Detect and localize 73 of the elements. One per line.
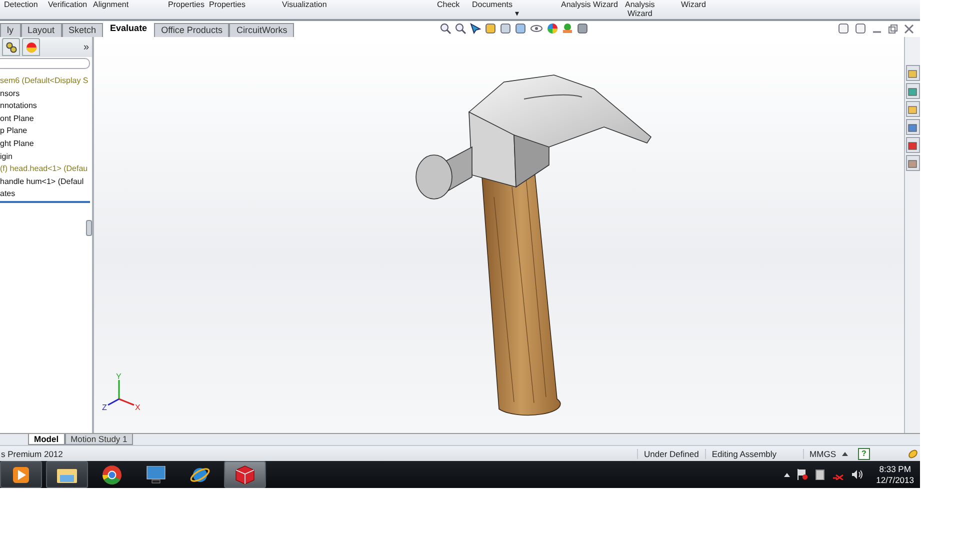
panel-grip[interactable] <box>86 220 92 236</box>
speaker-icon[interactable] <box>851 469 864 480</box>
ribbon-command[interactable]: Properties <box>209 0 246 9</box>
eye-icon[interactable] <box>530 23 544 34</box>
restore-icon[interactable] <box>888 24 898 34</box>
tree-item[interactable]: nnotations <box>0 100 92 113</box>
monitor-icon <box>146 466 166 484</box>
axis-label: Y <box>116 372 122 381</box>
caret-icon[interactable] <box>842 451 848 456</box>
ribbon-command[interactable]: Properties <box>168 0 204 9</box>
filter-field[interactable] <box>0 58 90 69</box>
tree-item[interactable]: p Plane <box>0 125 92 138</box>
flag-icon[interactable] <box>797 469 808 480</box>
close-icon[interactable] <box>904 24 914 34</box>
tree-item[interactable]: ates <box>0 188 92 201</box>
zoom-icon[interactable] <box>440 23 452 34</box>
play-icon <box>13 466 29 482</box>
task-pane-tab[interactable] <box>906 155 920 171</box>
tree-item[interactable]: sem6 (Default<Display S <box>0 75 92 88</box>
command-tab[interactable]: Layout <box>20 23 62 37</box>
ribbon-command[interactable]: Alignment <box>93 0 129 9</box>
tree-item[interactable]: igin <box>0 150 92 164</box>
status-text: Under Defined <box>637 448 705 458</box>
ribbon-command[interactable]: Documents <box>472 0 512 9</box>
gears-icon <box>6 42 16 52</box>
ribbon-command[interactable]: Visualization <box>282 0 327 9</box>
pointer-icon[interactable] <box>470 23 482 34</box>
task-pane-tab[interactable] <box>906 137 920 153</box>
tree-item[interactable]: ont Plane <box>0 112 92 126</box>
ribbon-command[interactable]: Check <box>437 0 460 9</box>
clock-time[interactable]: 8:33 PM <box>876 464 914 474</box>
product-label: s Premium 2012 <box>0 448 63 458</box>
zoom-icon[interactable] <box>455 23 466 34</box>
bottom-tab[interactable]: Motion Study 1 <box>64 434 134 445</box>
command-tab[interactable]: CircuitWorks <box>229 23 294 37</box>
task-pane-tab[interactable] <box>906 119 920 135</box>
task-pane-tab[interactable] <box>906 101 920 117</box>
browser-icon <box>102 464 122 484</box>
tree-item[interactable]: (f) head.head<1> (Defau <box>0 163 92 176</box>
axis-label: Z <box>102 403 107 412</box>
color-ball-icon <box>26 42 36 52</box>
tree-item[interactable]: handle hum<1> (Defaul <box>0 176 92 188</box>
clock-date[interactable]: 12/7/2013 <box>876 474 914 486</box>
units-selector[interactable]: MMGS <box>802 448 842 458</box>
taskbar-button[interactable] <box>224 461 266 488</box>
command-tab[interactable]: Sketch <box>62 23 104 37</box>
ribbon-command[interactable]: Analysis Wizard <box>561 0 618 9</box>
ribbon-command[interactable]: Analysis Wizard <box>625 0 655 18</box>
tree-item[interactable]: nsors <box>0 88 92 100</box>
scene-icon[interactable] <box>562 23 574 34</box>
task-pane-tab[interactable] <box>906 83 920 99</box>
cube-logo-icon <box>235 464 255 484</box>
caret-icon[interactable] <box>784 472 790 477</box>
expand-chevron[interactable]: » <box>83 42 89 52</box>
config-tab[interactable] <box>2 38 20 56</box>
color-ball-icon[interactable] <box>547 23 558 34</box>
bottom-tab[interactable]: Model <box>28 434 65 445</box>
task-pane-tab[interactable] <box>906 65 920 81</box>
display-tab[interactable] <box>22 38 40 56</box>
axis-triad <box>108 380 134 406</box>
command-tab[interactable]: ly <box>0 23 20 37</box>
ribbon-command[interactable]: ▾ <box>515 9 519 18</box>
taskbar-button[interactable] <box>46 461 88 488</box>
ribbon-command[interactable]: Detection <box>4 0 38 9</box>
ribbon-command[interactable]: Verification <box>48 0 88 9</box>
status-text: Editing Assembly <box>704 448 783 458</box>
tag-icon[interactable] <box>908 448 918 458</box>
ribbon-command[interactable]: Wizard <box>681 0 706 9</box>
taskbar-button[interactable] <box>0 461 42 488</box>
command-tab[interactable]: Office Products <box>154 23 230 37</box>
tree-item[interactable]: ght Plane <box>0 138 92 151</box>
help-button[interactable]: ? <box>858 448 870 460</box>
axis-label: X <box>135 403 140 412</box>
